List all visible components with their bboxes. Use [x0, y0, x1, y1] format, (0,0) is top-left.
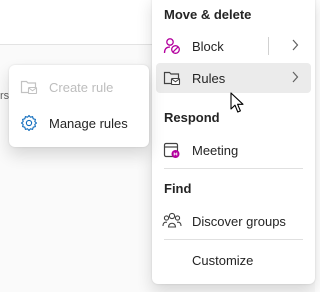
menu-item-meeting[interactable]: Meeting: [156, 135, 311, 165]
calendar-meeting-icon: [162, 140, 182, 160]
menu-item-customize[interactable]: Customize: [156, 245, 311, 275]
split-divider: [268, 37, 269, 55]
menu-item-rules[interactable]: Rules: [156, 63, 311, 93]
gear-icon: [19, 113, 39, 133]
folder-rule-icon: [19, 77, 39, 97]
menu-item-create-rule: Create rule: [13, 72, 145, 102]
folder-rules-icon: [162, 68, 182, 88]
mouse-pointer-icon: [230, 92, 246, 119]
menu-item-label: Rules: [192, 70, 226, 86]
background-toolbar: [0, 0, 160, 45]
menu-item-label: Discover groups: [192, 213, 286, 229]
menu-item-block[interactable]: Block: [156, 31, 311, 61]
menu-item-label: Create rule: [49, 79, 114, 95]
people-group-icon: [162, 211, 182, 231]
rules-submenu: Create rule Manage rules: [9, 65, 149, 147]
menu-item-label: Block: [192, 38, 224, 54]
menu-item-label: Manage rules: [49, 115, 128, 131]
chevron-right-icon: [291, 71, 299, 86]
menu-divider: [164, 239, 303, 240]
block-person-icon: [162, 36, 182, 56]
menu-item-manage-rules[interactable]: Manage rules: [13, 108, 145, 138]
section-header-respond: Respond: [164, 110, 220, 125]
menu-divider: [164, 168, 303, 169]
section-header-move-delete: Move & delete: [164, 7, 252, 22]
section-header-find: Find: [164, 181, 192, 196]
blank-icon-slot: [162, 250, 182, 270]
chevron-right-icon[interactable]: [291, 39, 299, 54]
menu-item-label: Meeting: [192, 142, 239, 158]
background-text-fragment: rs: [0, 90, 10, 102]
menu-item-discover-groups[interactable]: Discover groups: [156, 206, 311, 236]
context-menu: Move & delete Block Rules Respond Meetin…: [152, 0, 315, 284]
menu-item-label: Customize: [192, 252, 254, 268]
